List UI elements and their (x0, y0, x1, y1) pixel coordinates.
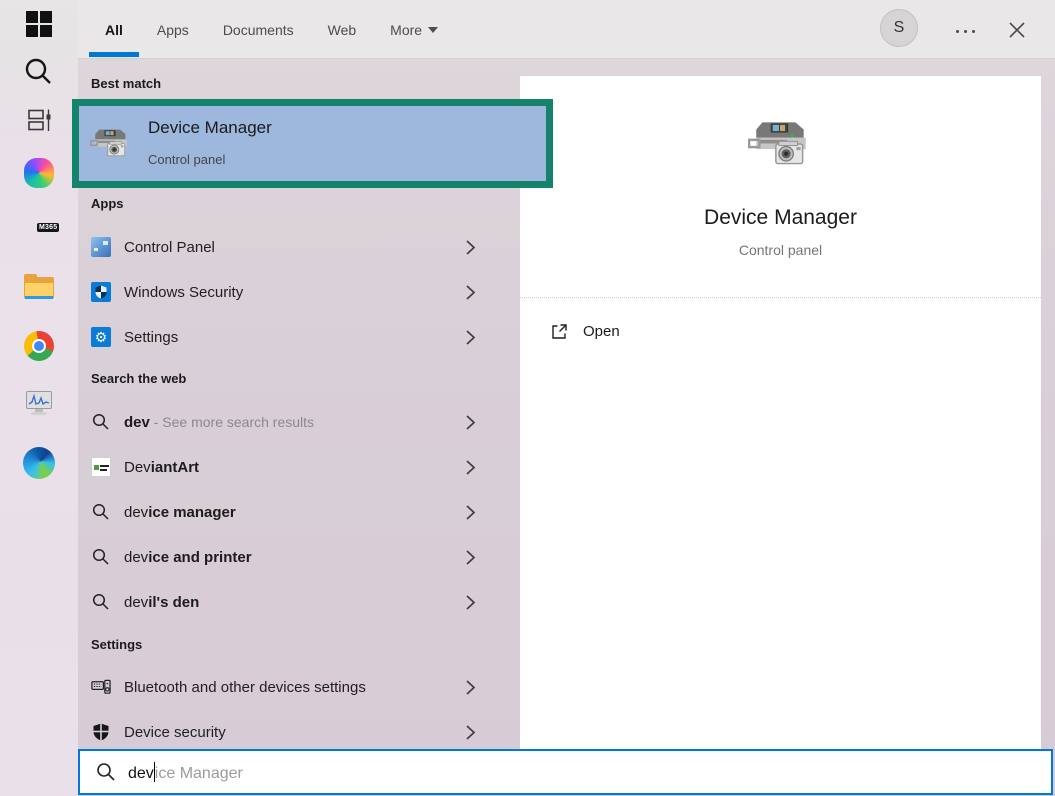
control-panel-icon (91, 237, 111, 257)
edge-icon (23, 447, 55, 479)
open-label: Open (583, 323, 620, 340)
m365-badge: M365 (37, 223, 59, 232)
search-icon (23, 56, 55, 88)
close-icon (1006, 19, 1028, 41)
edge-button[interactable] (0, 434, 78, 492)
file-explorer-icon (24, 277, 54, 301)
tab-web[interactable]: Web (328, 0, 357, 59)
search-icon (92, 548, 110, 566)
device-manager-icon (748, 112, 814, 178)
start-button[interactable] (0, 0, 78, 48)
web-suggestion-device-and-printer[interactable]: device and printer (78, 535, 520, 579)
section-header-web: Search the web (91, 371, 186, 386)
chevron-right-icon (465, 459, 476, 476)
chevron-right-icon (465, 549, 476, 566)
search-icon (92, 503, 110, 521)
task-view-button[interactable] (0, 96, 78, 144)
preview-subtitle: Control panel (520, 242, 1041, 258)
tab-apps[interactable]: Apps (157, 0, 189, 59)
result-bluetooth-devices-settings[interactable]: Bluetooth and other devices settings (78, 665, 520, 709)
chrome-icon (24, 331, 54, 361)
launch-icon (550, 322, 569, 341)
web-suggestion-devils-den[interactable]: devil's den (78, 580, 520, 624)
performance-monitor-button[interactable] (0, 374, 78, 434)
search-icon (92, 593, 110, 611)
search-header: All Apps Documents Web More S (78, 0, 1055, 59)
section-header-apps: Apps (91, 196, 124, 211)
open-action[interactable]: Open (550, 322, 620, 341)
chevron-right-icon (465, 329, 476, 346)
more-options-button[interactable] (952, 26, 979, 37)
filter-tab-bar: All Apps Documents Web More (105, 0, 438, 59)
copilot-icon (24, 158, 54, 188)
search-query-text: device Manager (128, 762, 243, 783)
performance-monitor-icon (25, 391, 53, 417)
bluetooth-devices-icon (91, 677, 111, 697)
result-windows-security[interactable]: Windows Security (78, 270, 520, 314)
chevron-right-icon (465, 239, 476, 256)
windows-security-icon (91, 282, 111, 302)
best-match-subtitle: Control panel (148, 152, 225, 167)
taskbar-search-button[interactable] (0, 48, 78, 96)
chevron-right-icon (465, 679, 476, 696)
tab-documents[interactable]: Documents (223, 0, 294, 59)
section-header-best-match: Best match (91, 76, 161, 91)
user-avatar[interactable]: S (880, 9, 918, 47)
deviantart-icon (91, 457, 111, 477)
annotation-highlight-box: Device Manager Control panel (72, 99, 553, 188)
settings-gear-icon: ⚙ (91, 327, 111, 347)
chevron-right-icon (465, 284, 476, 301)
best-match-result[interactable]: Device Manager Control panel (79, 106, 546, 181)
preview-title: Device Manager (520, 206, 1041, 230)
result-device-security[interactable]: Device security (78, 710, 520, 754)
chevron-down-icon (428, 27, 438, 33)
section-header-settings: Settings (91, 637, 142, 652)
result-control-panel[interactable]: Control Panel (78, 225, 520, 269)
web-suggestion-deviantart[interactable]: DeviantArt (78, 445, 520, 489)
preview-divider (520, 297, 1041, 298)
search-icon (92, 413, 110, 431)
file-explorer-button[interactable] (0, 260, 78, 318)
search-input[interactable]: device Manager (78, 749, 1053, 795)
taskbar: M365 (0, 0, 78, 796)
web-suggestion-device-manager[interactable]: device manager (78, 490, 520, 534)
tab-more[interactable]: More (390, 0, 438, 59)
copilot-button[interactable] (0, 144, 78, 202)
chevron-right-icon (465, 724, 476, 741)
preview-panel: Device Manager Control panel Open (520, 76, 1041, 749)
m365-copilot-button[interactable]: M365 (0, 202, 78, 260)
result-settings[interactable]: ⚙ Settings (78, 315, 520, 359)
device-security-icon (91, 722, 111, 742)
search-icon (96, 762, 116, 782)
windows-logo-icon (26, 11, 52, 37)
chevron-right-icon (465, 414, 476, 431)
close-button[interactable] (1006, 19, 1028, 41)
best-match-title: Device Manager (148, 118, 272, 138)
device-manager-icon (90, 123, 132, 165)
search-suggestion-text: ice Manager (155, 765, 243, 782)
task-view-icon (25, 106, 53, 134)
chevron-right-icon (465, 594, 476, 611)
chrome-button[interactable] (0, 318, 78, 374)
web-suggestion-dev[interactable]: dev - See more search results (78, 400, 520, 444)
avatar-initial: S (894, 19, 905, 37)
chevron-right-icon (465, 504, 476, 521)
tab-all[interactable]: All (105, 0, 123, 59)
